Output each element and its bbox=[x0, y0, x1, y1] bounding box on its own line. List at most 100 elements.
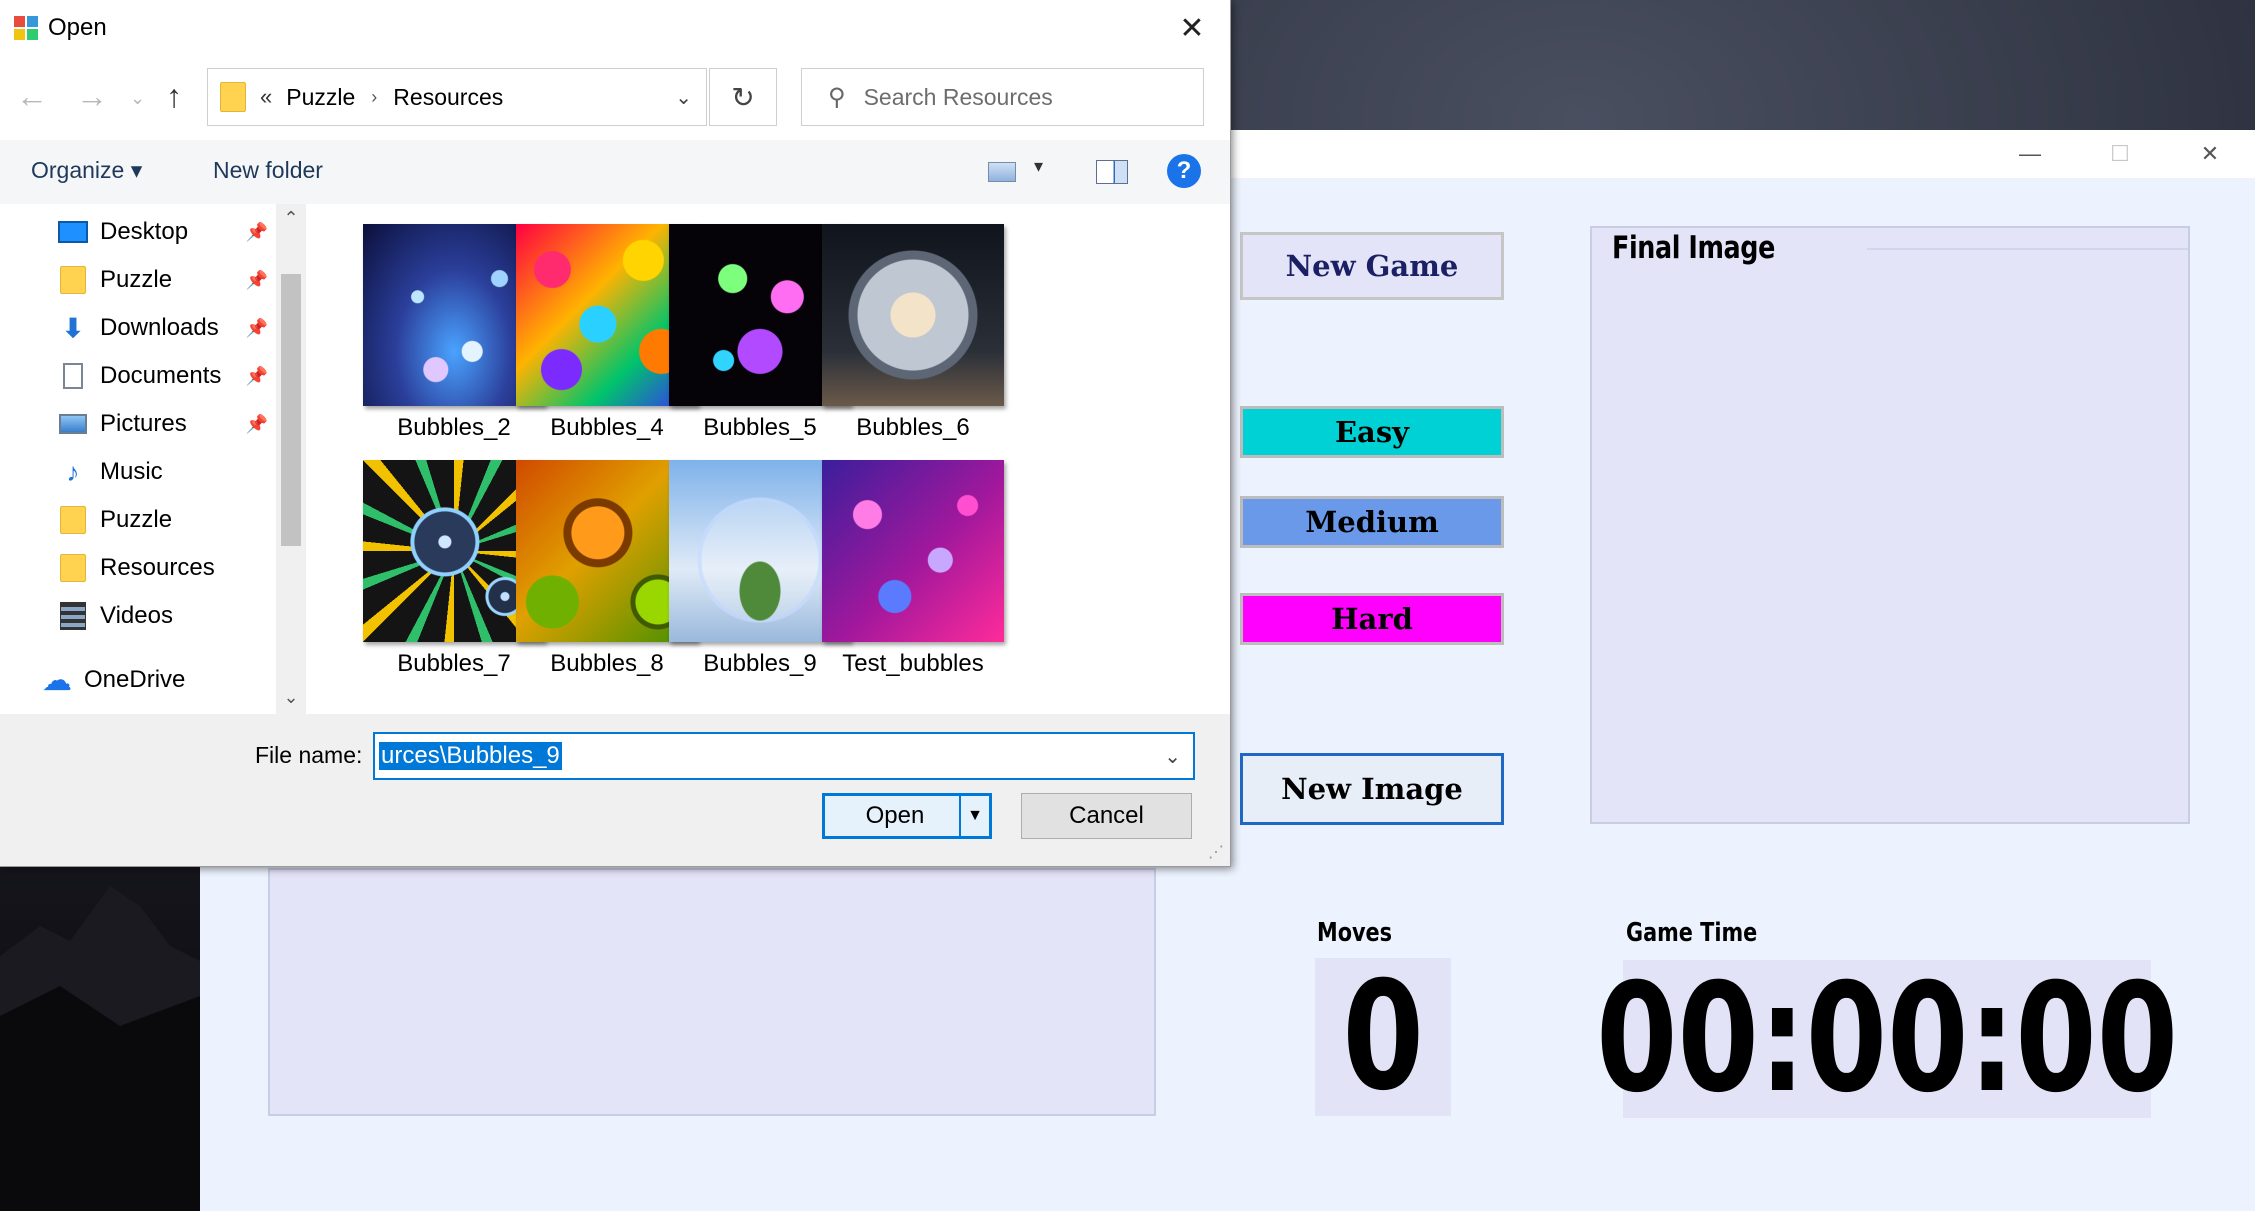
sidebar-item-pictures[interactable]: Pictures 📌 bbox=[0, 400, 270, 448]
breadcrumb-resources[interactable]: Resources bbox=[393, 84, 503, 111]
close-icon: ✕ bbox=[1179, 11, 1205, 45]
file-item-bubbles-6[interactable]: Bubbles_6 bbox=[813, 224, 1013, 442]
sidebar-item-documents[interactable]: Documents 📌 bbox=[0, 352, 270, 400]
dialog-title: Open bbox=[48, 14, 107, 41]
change-view-icon[interactable] bbox=[988, 162, 1016, 182]
desktop-icon bbox=[58, 218, 88, 246]
scroll-down-icon[interactable]: ⌄ bbox=[276, 687, 306, 708]
sidebar-item-videos[interactable]: Videos bbox=[0, 592, 270, 640]
breadcrumb-overflow[interactable]: « bbox=[260, 84, 272, 110]
open-button[interactable]: Open ▼ bbox=[822, 793, 992, 839]
search-icon: ⚲ bbox=[828, 83, 846, 111]
sidebar-item-onedrive[interactable]: ☁ OneDrive bbox=[0, 656, 270, 704]
new-folder-button[interactable]: New folder bbox=[213, 157, 323, 184]
dialog-close-button[interactable]: ✕ bbox=[1172, 8, 1212, 48]
game-time-display: 00:00:00 bbox=[1596, 960, 2178, 1118]
folder-icon bbox=[220, 82, 246, 112]
minimize-button[interactable]: — bbox=[1985, 130, 2075, 178]
file-name-value[interactable]: urces\Bubbles_9 bbox=[379, 742, 562, 770]
thumbnail-image bbox=[822, 224, 1004, 406]
sidebar-item-label: Desktop bbox=[100, 218, 189, 245]
address-bar[interactable]: « Puzzle › Resources ⌄ bbox=[207, 68, 707, 126]
moves-value: 0 bbox=[1342, 950, 1424, 1124]
scroll-up-icon[interactable]: ⌃ bbox=[276, 208, 306, 229]
breadcrumb-puzzle[interactable]: Puzzle bbox=[286, 84, 355, 111]
back-arrow-icon[interactable]: ← bbox=[16, 78, 48, 115]
up-arrow-icon[interactable]: ↑ bbox=[166, 78, 182, 115]
game-time-value: 00:00:00 bbox=[1595, 952, 2179, 1126]
chevron-down-icon[interactable]: ⌄ bbox=[1164, 744, 1181, 769]
sidebar-item-label: Resources bbox=[100, 554, 215, 581]
new-image-button[interactable]: New Image bbox=[1240, 753, 1504, 825]
moves-counter: 0 bbox=[1315, 958, 1451, 1116]
open-button-label: Open bbox=[865, 802, 925, 829]
app-icon bbox=[14, 16, 38, 40]
close-button[interactable]: ✕ bbox=[2165, 130, 2255, 178]
forward-arrow-icon[interactable]: → bbox=[76, 78, 108, 115]
sidebar-item-puzzle[interactable]: Puzzle 📌 bbox=[0, 256, 270, 304]
preview-pane-icon[interactable] bbox=[1096, 160, 1128, 184]
moves-label: Moves bbox=[1317, 918, 1393, 948]
navigation-row: ← → ⌄ ↑ « Puzzle › Resources ⌄ ↻ ⚲ Searc… bbox=[0, 66, 1230, 130]
sidebar-item-music[interactable]: ♪ Music bbox=[0, 448, 270, 496]
sidebar-item-desktop[interactable]: Desktop 📌 bbox=[0, 208, 270, 256]
sidebar-item-label: OneDrive bbox=[84, 666, 186, 693]
sidebar-item-label: Videos bbox=[100, 602, 173, 629]
sidebar-item-label: Documents bbox=[100, 362, 222, 389]
pin-icon: 📌 bbox=[245, 222, 268, 242]
navigation-pane: Desktop 📌 Puzzle 📌 ⬇ Downloads 📌 Documen… bbox=[0, 204, 306, 714]
pin-icon: 📌 bbox=[245, 318, 268, 338]
file-list: Bubbles_2 Bubbles_4 Bubbles_5 Bubbles_6 … bbox=[312, 204, 1230, 714]
hard-button[interactable]: Hard bbox=[1240, 593, 1504, 645]
thumbnail-image bbox=[822, 460, 1004, 642]
sidebar-item-label: Puzzle bbox=[100, 506, 173, 533]
open-dropdown-arrow-icon[interactable]: ▼ bbox=[959, 796, 989, 836]
file-name-input[interactable]: urces\Bubbles_9 ⌄ bbox=[373, 732, 1195, 780]
folder-icon bbox=[58, 506, 88, 534]
cancel-button[interactable]: Cancel bbox=[1021, 793, 1192, 839]
search-placeholder: Search Resources bbox=[863, 83, 1053, 110]
music-icon: ♪ bbox=[66, 456, 80, 487]
chevron-down-icon[interactable]: ⌄ bbox=[675, 85, 692, 110]
groupbox-border-line bbox=[1867, 248, 2188, 250]
medium-button[interactable]: Medium bbox=[1240, 496, 1504, 548]
documents-icon bbox=[58, 362, 88, 390]
sidebar-item-puzzle-2[interactable]: Puzzle bbox=[0, 496, 270, 544]
dialog-toolbar: Organize ▾ New folder ▾ ? bbox=[0, 140, 1230, 204]
resize-grip-icon[interactable]: ⋰ bbox=[1208, 842, 1224, 862]
scroll-thumb[interactable] bbox=[281, 274, 301, 546]
easy-button[interactable]: Easy bbox=[1240, 406, 1504, 458]
open-file-dialog: Open ✕ ← → ⌄ ↑ « Puzzle › Resources ⌄ ↻ … bbox=[0, 0, 1231, 867]
dialog-titlebar: Open ✕ bbox=[0, 0, 1230, 56]
game-time-label: Game Time bbox=[1626, 918, 1758, 948]
search-input[interactable]: ⚲ Search Resources bbox=[801, 68, 1204, 126]
pin-icon: 📌 bbox=[245, 366, 268, 386]
sidebar-item-downloads[interactable]: ⬇ Downloads 📌 bbox=[0, 304, 270, 352]
desktop-mountain-wallpaper bbox=[0, 866, 200, 1211]
organize-button[interactable]: Organize ▾ bbox=[31, 157, 142, 184]
help-icon[interactable]: ? bbox=[1167, 154, 1201, 188]
videos-icon bbox=[58, 602, 88, 630]
pin-icon: 📌 bbox=[245, 414, 268, 434]
new-game-button[interactable]: New Game bbox=[1240, 232, 1504, 300]
puzzle-board[interactable] bbox=[268, 868, 1156, 1116]
final-image-label: Final Image bbox=[1612, 230, 1775, 266]
breadcrumb-separator[interactable]: › bbox=[371, 87, 377, 108]
sidebar-item-label: Puzzle bbox=[100, 266, 173, 293]
file-name-label: File name: bbox=[255, 742, 363, 768]
navigation-scrollbar[interactable]: ⌃ ⌄ bbox=[276, 204, 306, 714]
refresh-icon[interactable]: ↻ bbox=[709, 68, 777, 126]
view-dropdown-arrow-icon[interactable]: ▾ bbox=[1034, 156, 1043, 177]
sidebar-item-label: Downloads bbox=[100, 314, 219, 341]
downloads-icon: ⬇ bbox=[62, 312, 84, 343]
file-name: Bubbles_6 bbox=[856, 414, 970, 441]
pin-icon: 📌 bbox=[245, 270, 268, 290]
maximize-button[interactable]: ☐ bbox=[2075, 130, 2165, 178]
folder-icon bbox=[58, 554, 88, 582]
final-image-panel: Final Image bbox=[1590, 226, 2190, 824]
sidebar-item-resources[interactable]: Resources bbox=[0, 544, 270, 592]
sidebar-item-label: Pictures bbox=[100, 410, 187, 437]
file-item-test-bubbles[interactable]: Test_bubbles bbox=[813, 460, 1013, 678]
recent-locations-chevron-icon[interactable]: ⌄ bbox=[130, 88, 145, 109]
file-name: Test_bubbles bbox=[842, 650, 984, 677]
